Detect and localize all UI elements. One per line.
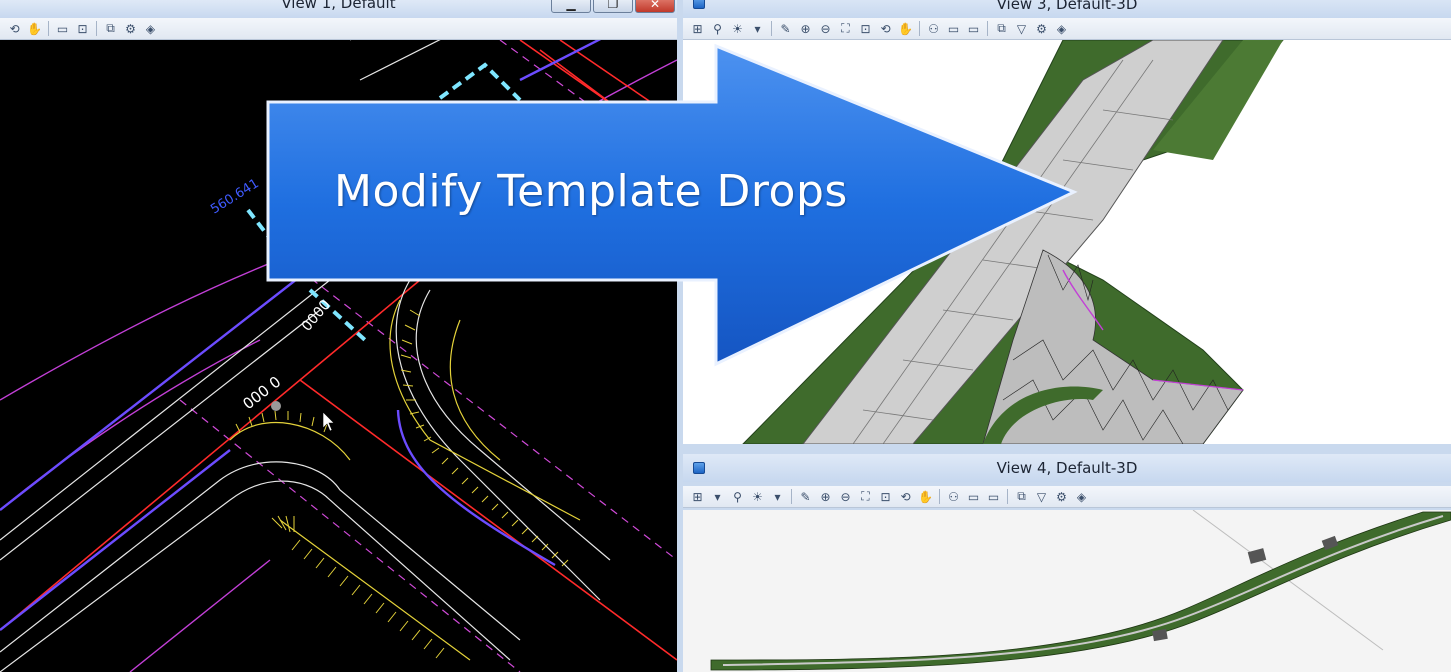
window-area-icon[interactable]: ▭ (54, 20, 71, 37)
coordinate-label: 0000 (299, 297, 334, 335)
lock-icon[interactable]: ⚲ (729, 488, 746, 505)
view-3-title: View 3, Default-3D (996, 0, 1138, 13)
view-previous-icon[interactable]: ▭ (945, 20, 962, 37)
view-4-toolbar: ⊞ ▾ ⚲ ☀ ▾ ✎ ⊕ ⊖ ⛶ ⊡ ⟲ ✋ ⚇ ▭ ▭ ⧉ ▽ ⚙ ◈ (683, 486, 1451, 508)
view-next-icon[interactable]: ▭ (965, 20, 982, 37)
view-1-drawing-canvas[interactable]: 560.641 000 0 0000 (0, 0, 677, 672)
view-attributes-icon[interactable]: ⚙ (1053, 488, 1070, 505)
toolbar-separator (919, 21, 920, 36)
fit-view-icon[interactable]: ⊡ (74, 20, 91, 37)
lock-icon[interactable]: ⚲ (709, 20, 726, 37)
view-4-title: View 4, Default-3D (996, 459, 1138, 477)
view-1-titlebar[interactable]: View 1, Default ▁ ❐ ✕ (0, 0, 677, 18)
3d-corridor-overview (710, 509, 1451, 671)
fit-view-icon[interactable]: ⊡ (857, 20, 874, 37)
view-attributes-icon[interactable]: ⚙ (122, 20, 139, 37)
rotate-icon[interactable]: ⟲ (897, 488, 914, 505)
copy-view-icon[interactable]: ⧉ (993, 20, 1010, 37)
render-icon[interactable]: ◈ (1073, 488, 1090, 505)
window-area-icon[interactable]: ⛶ (837, 20, 854, 37)
view-previous-icon[interactable]: ▭ (965, 488, 982, 505)
copy-view-icon[interactable]: ⧉ (1013, 488, 1030, 505)
zoom-out-icon[interactable]: ⊖ (837, 488, 854, 505)
view-3-toolbar: ⊞ ⚲ ☀ ▾ ✎ ⊕ ⊖ ⛶ ⊡ ⟲ ✋ ⚇ ▭ ▭ ⧉ ▽ ⚙ ◈ (683, 18, 1451, 40)
walk-icon[interactable]: ⚇ (925, 20, 942, 37)
dropdown-icon[interactable]: ▾ (709, 488, 726, 505)
pan-icon[interactable]: ✋ (897, 20, 914, 37)
view-group-icon[interactable]: ⊞ (689, 488, 706, 505)
toolbar-separator (791, 489, 792, 504)
toolbar-separator (939, 489, 940, 504)
view-1-window-controls: ▁ ❐ ✕ (551, 0, 675, 13)
microstation-workspace: View 1, Default ▁ ❐ ✕ ⟲ ✋ ▭ ⊡ ⧉ ⚙ ◈ 560.… (0, 0, 1451, 672)
view-1-window: View 1, Default ▁ ❐ ✕ ⟲ ✋ ▭ ⊡ ⧉ ⚙ ◈ 560.… (0, 0, 677, 672)
view-next-icon[interactable]: ▭ (985, 488, 1002, 505)
view-1-title: View 1, Default (281, 0, 396, 12)
view-4-drawing-canvas[interactable] (683, 509, 1451, 672)
view-4-window: View 4, Default-3D ⊞ ▾ ⚲ ☀ ▾ ✎ ⊕ ⊖ ⛶ ⊡ ⟲… (683, 454, 1451, 672)
zoom-in-icon[interactable]: ⊕ (797, 20, 814, 37)
view-3-window: View 3, Default-3D ⊞ ⚲ ☀ ▾ ✎ ⊕ ⊖ ⛶ ⊡ ⟲ ✋… (683, 0, 1451, 444)
toolbar-separator (771, 21, 772, 36)
close-button[interactable]: ✕ (635, 0, 675, 13)
clip-icon[interactable]: ▽ (1013, 20, 1030, 37)
zoom-in-icon[interactable]: ⊕ (817, 488, 834, 505)
view-3-titlebar[interactable]: View 3, Default-3D (683, 0, 1451, 18)
cad-plan-drawing: 560.641 000 0 0000 (0, 0, 677, 672)
slope-hatching (235, 309, 569, 659)
toolbar-separator (987, 21, 988, 36)
minimize-button[interactable]: ▁ (551, 0, 591, 13)
pan-icon[interactable]: ✋ (917, 488, 934, 505)
view-previous-icon[interactable]: ⧉ (102, 20, 119, 37)
restore-button[interactable]: ❐ (593, 0, 633, 13)
pan-icon[interactable]: ✋ (26, 20, 43, 37)
view-3d-icon (693, 462, 705, 474)
horizontal-splitter[interactable] (683, 444, 1451, 454)
pen-icon[interactable]: ✎ (797, 488, 814, 505)
toolbar-separator (48, 21, 49, 36)
callout-text: Modify Template Drops (334, 166, 848, 217)
snap-point (271, 401, 281, 411)
view-3-drawing-canvas[interactable] (683, 39, 1451, 444)
view-3d-icon (693, 0, 705, 9)
3d-corridor-model (742, 39, 1285, 444)
toolbar-separator (96, 21, 97, 36)
rotate-icon[interactable]: ⟲ (6, 20, 23, 37)
view-1-toolbar: ⟲ ✋ ▭ ⊡ ⧉ ⚙ ◈ (0, 18, 677, 40)
view-4-titlebar[interactable]: View 4, Default-3D (683, 454, 1451, 482)
station-label: 560.641 (208, 176, 262, 217)
render-icon[interactable]: ◈ (1053, 20, 1070, 37)
clip-icon[interactable]: ▽ (1033, 488, 1050, 505)
view-attributes-icon[interactable]: ⚙ (1033, 20, 1050, 37)
lighting-icon[interactable]: ☀ (729, 20, 746, 37)
pen-icon[interactable]: ✎ (777, 20, 794, 37)
toolbar-separator (1007, 489, 1008, 504)
window-area-icon[interactable]: ⛶ (857, 488, 874, 505)
view-group-icon[interactable]: ⊞ (689, 20, 706, 37)
render-icon[interactable]: ◈ (142, 20, 159, 37)
mouse-cursor-icon (322, 411, 335, 432)
lighting-icon[interactable]: ☀ (749, 488, 766, 505)
rotate-icon[interactable]: ⟲ (877, 20, 894, 37)
zoom-out-icon[interactable]: ⊖ (817, 20, 834, 37)
fit-view-icon[interactable]: ⊡ (877, 488, 894, 505)
dropdown-icon[interactable]: ▾ (769, 488, 786, 505)
dropdown-icon[interactable]: ▾ (749, 20, 766, 37)
walk-icon[interactable]: ⚇ (945, 488, 962, 505)
